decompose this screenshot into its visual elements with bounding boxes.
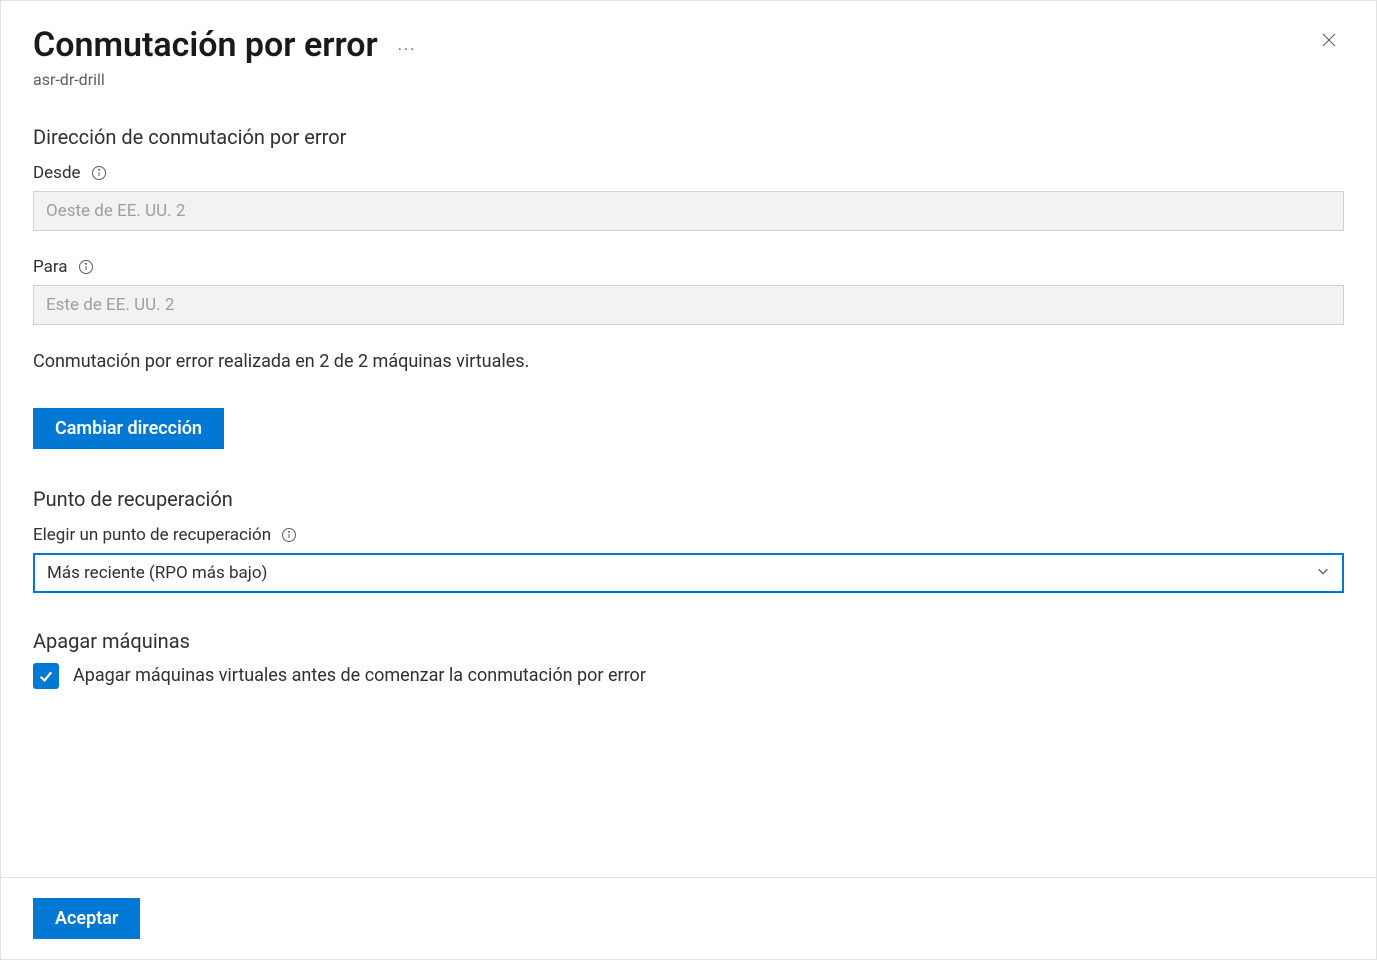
failover-status-text: Conmutación por error realizada en 2 de … (33, 351, 1344, 372)
header-row: Conmutación por error ··· (33, 25, 1344, 66)
to-label-row: Para (33, 257, 1344, 277)
checkmark-icon (37, 667, 55, 685)
to-input (33, 285, 1344, 325)
recovery-heading: Punto de recuperación (33, 487, 1344, 511)
info-icon[interactable] (91, 165, 107, 181)
accept-button[interactable]: Aceptar (33, 898, 140, 939)
shutdown-checkbox[interactable] (33, 663, 59, 689)
footer-bar: Aceptar (1, 877, 1376, 959)
direction-heading: Dirección de conmutación por error (33, 125, 1344, 149)
change-direction-block: Cambiar dirección (33, 408, 1344, 449)
page-title: Conmutación por error (33, 25, 378, 66)
from-label-row: Desde (33, 163, 1344, 183)
recovery-point-selected: Más reciente (RPO más bajo) (47, 563, 267, 583)
recovery-choose-label: Elegir un punto de recuperación (33, 525, 271, 545)
recovery-point-dropdown[interactable]: Más reciente (RPO más bajo) (33, 553, 1344, 593)
info-icon[interactable] (78, 259, 94, 275)
more-actions-icon[interactable]: ··· (398, 40, 417, 59)
shutdown-checkbox-label: Apagar máquinas virtuales antes de comen… (73, 665, 646, 686)
shutdown-block: Apagar máquinas Apagar máquinas virtuale… (33, 629, 1344, 689)
failover-panel: Conmutación por error ··· asr-dr-drill D… (1, 1, 1376, 959)
close-icon (1320, 31, 1338, 49)
from-field-block: Desde (33, 163, 1344, 231)
from-label: Desde (33, 163, 81, 183)
to-field-block: Para (33, 257, 1344, 325)
from-input (33, 191, 1344, 231)
shutdown-heading: Apagar máquinas (33, 629, 1344, 653)
recovery-label-row: Elegir un punto de recuperación (33, 525, 1344, 545)
info-icon[interactable] (281, 527, 297, 543)
recovery-block: Punto de recuperación Elegir un punto de… (33, 487, 1344, 593)
title-block: Conmutación por error ··· (33, 25, 416, 66)
shutdown-checkbox-row: Apagar máquinas virtuales antes de comen… (33, 663, 1344, 689)
close-button[interactable] (1314, 25, 1344, 55)
change-direction-button[interactable]: Cambiar dirección (33, 408, 224, 449)
page-subtitle: asr-dr-drill (33, 70, 1344, 89)
content-area: Conmutación por error ··· asr-dr-drill D… (33, 25, 1344, 959)
chevron-down-icon (1316, 563, 1330, 583)
to-label: Para (33, 257, 68, 277)
